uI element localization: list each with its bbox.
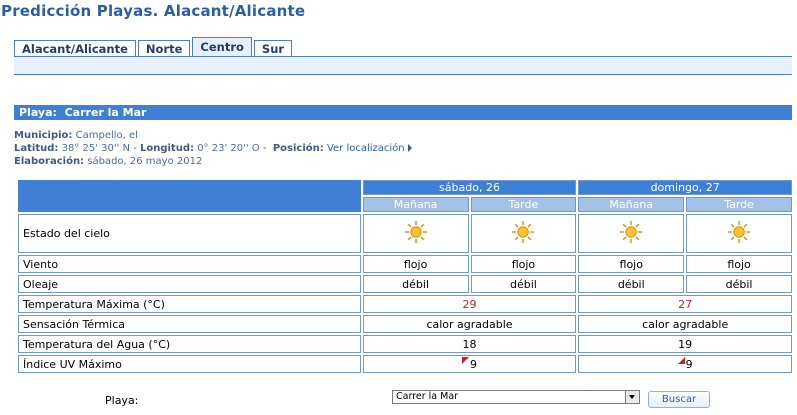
tab-centro[interactable]: Centro bbox=[192, 37, 252, 57]
arrow-right-icon bbox=[407, 144, 412, 152]
sun-icon bbox=[404, 221, 427, 243]
row-label: Temperatura del Agua (°C) bbox=[18, 335, 361, 353]
row-label: Temperatura Máxima (°C) bbox=[18, 295, 361, 313]
elaboracion-line: Elaboración: sábado, 26 mayo 2012 bbox=[14, 155, 202, 168]
table-cell: 19 bbox=[578, 335, 792, 353]
table-row: Temperatura Máxima (°C) 29 27 bbox=[18, 295, 792, 313]
table-cell: flojo bbox=[362, 255, 469, 273]
period-header: Tarde bbox=[470, 197, 577, 212]
table-cell: flojo bbox=[578, 255, 685, 273]
sun-icon bbox=[620, 221, 643, 243]
day-header-2: domingo, 27 bbox=[578, 180, 792, 195]
playa-select-value: Carrer la Mar bbox=[396, 391, 459, 402]
tab-sur[interactable]: Sur bbox=[253, 40, 293, 57]
beach-header: Playa: Carrer la Mar bbox=[14, 105, 792, 120]
table-cell: 18 bbox=[362, 335, 577, 353]
period-header: Tarde bbox=[686, 197, 792, 212]
municipio-line: Municipio: Campello, el bbox=[14, 129, 138, 142]
table-cell: flojo bbox=[470, 255, 577, 273]
longitud-label: Longitud: bbox=[139, 143, 194, 154]
tab-norte[interactable]: Norte bbox=[137, 40, 191, 57]
beach-header-name: Carrer la Mar bbox=[64, 106, 147, 119]
row-label: Sensación Térmica bbox=[18, 315, 361, 333]
uv-flag-icon bbox=[677, 356, 685, 364]
table-row: Índice UV Máximo 9 9 bbox=[18, 355, 792, 373]
table-cell: débil bbox=[578, 275, 685, 293]
table-row: Oleaje débil débil débil débil bbox=[18, 275, 792, 293]
tab-subbar bbox=[14, 57, 792, 75]
longitud-value: 0° 23' 20'' O bbox=[197, 143, 260, 154]
table-cell: 29 bbox=[362, 295, 577, 313]
municipio-value: Campello, el bbox=[75, 130, 138, 141]
row-label: Estado del cielo bbox=[18, 214, 361, 253]
period-header: Mañana bbox=[578, 197, 685, 212]
ver-localizacion-link[interactable]: Ver localización bbox=[327, 143, 405, 154]
municipio-label: Municipio: bbox=[14, 130, 73, 141]
sky-cell bbox=[578, 214, 685, 253]
row-label: Oleaje bbox=[18, 275, 361, 293]
uv-value: 9 bbox=[685, 357, 693, 371]
table-header-blank bbox=[18, 180, 361, 212]
sun-icon bbox=[728, 221, 751, 243]
page-title: Predicción Playas. Alacant/Alicante bbox=[1, 2, 306, 20]
table-row: Estado del cielo bbox=[18, 214, 792, 253]
sky-cell bbox=[362, 214, 469, 253]
beach-header-label: Playa: bbox=[19, 106, 57, 119]
table-cell: 9 bbox=[362, 355, 577, 373]
row-label: Viento bbox=[18, 255, 361, 273]
table-cell: débil bbox=[470, 275, 577, 293]
tab-alacant-alicante[interactable]: Alacant/Alicante bbox=[14, 40, 136, 57]
table-cell: débil bbox=[362, 275, 469, 293]
sky-cell bbox=[686, 214, 792, 253]
sun-icon bbox=[512, 221, 535, 243]
sky-cell bbox=[470, 214, 577, 253]
table-cell: calor agradable bbox=[362, 315, 577, 333]
table-cell: 9 bbox=[578, 355, 792, 373]
table-row: Sensación Térmica calor agradable calor … bbox=[18, 315, 792, 333]
table-row: Temperatura del Agua (°C) 18 19 bbox=[18, 335, 792, 353]
coordinates-line: Latitud: 38° 25' 30'' N - Longitud: 0° 2… bbox=[14, 142, 412, 155]
latitud-label: Latitud: bbox=[14, 143, 59, 154]
uv-value: 9 bbox=[470, 357, 477, 371]
latitud-value: 38° 25' 30'' N bbox=[61, 143, 131, 154]
buscar-button[interactable]: Buscar bbox=[648, 391, 710, 408]
uv-flag-icon bbox=[462, 356, 469, 364]
table-cell: flojo bbox=[686, 255, 792, 273]
day-header-1: sábado, 26 bbox=[362, 180, 577, 195]
posicion-label: Posición: bbox=[272, 143, 324, 154]
playa-select-label: Playa: bbox=[105, 394, 139, 407]
table-cell: débil bbox=[686, 275, 792, 293]
elaboracion-value: sábado, 26 mayo 2012 bbox=[87, 156, 203, 167]
table-cell: calor agradable bbox=[578, 315, 792, 333]
table-row: Viento flojo flojo flojo flojo bbox=[18, 255, 792, 273]
elaboracion-label: Elaboración: bbox=[14, 156, 85, 167]
region-tabs: Alacant/Alicante Norte Centro Sur bbox=[14, 37, 294, 57]
playa-select[interactable]: Carrer la Mar bbox=[392, 390, 640, 404]
chevron-down-icon[interactable] bbox=[625, 391, 639, 403]
table-cell: 27 bbox=[578, 295, 792, 313]
forecast-table: sábado, 26 domingo, 27 Mañana Tarde Maña… bbox=[16, 178, 794, 375]
period-header: Mañana bbox=[362, 197, 469, 212]
row-label: Índice UV Máximo bbox=[18, 355, 361, 373]
